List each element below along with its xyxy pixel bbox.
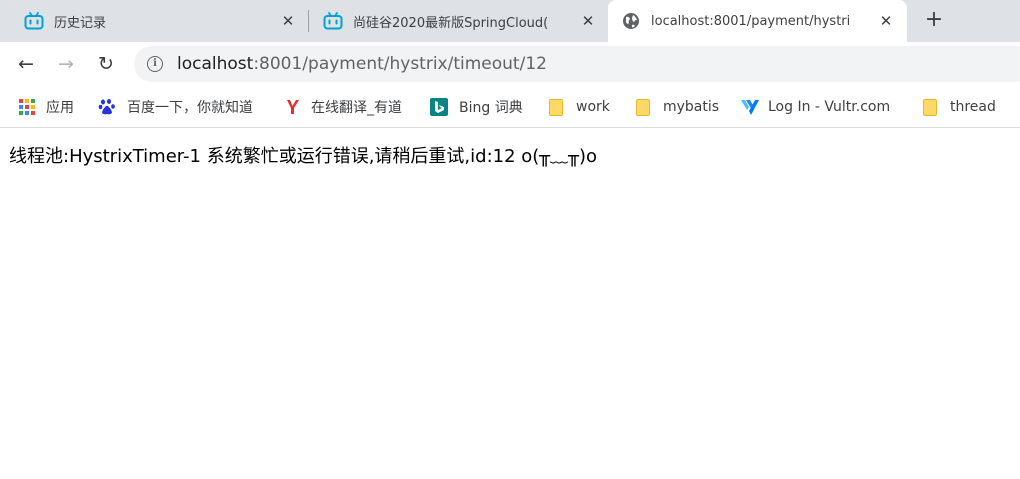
- bookmark-label: Bing 词典: [459, 100, 523, 116]
- tab-title: 尚硅谷2020最新版SpringCloud(: [353, 15, 549, 31]
- bookmark-folder-thread[interactable]: thread: [923, 96, 996, 118]
- address-bar[interactable]: i localhost:8001/payment/hystrix/timeout…: [134, 46, 1020, 82]
- globe-icon: [622, 12, 640, 30]
- bookmark-label: thread: [950, 99, 996, 115]
- reload-button[interactable]: ↻: [94, 52, 118, 76]
- close-icon[interactable]: ✕: [280, 12, 296, 30]
- forward-button[interactable]: →: [54, 52, 78, 76]
- bookmark-label: work: [576, 99, 610, 115]
- apps-grid-icon: [18, 98, 36, 116]
- youdao-icon: [284, 98, 302, 116]
- tab-localhost[interactable]: localhost:8001/payment/hystri ✕: [608, 0, 907, 42]
- url-text[interactable]: localhost:8001/payment/hystrix/timeout/1…: [177, 54, 547, 74]
- url-path: :8001/payment/hystrix/timeout/12: [253, 54, 547, 74]
- vultr-icon: [741, 98, 759, 116]
- folder-icon: [636, 98, 650, 116]
- bookmark-folder-mybatis[interactable]: mybatis: [636, 96, 719, 118]
- bookmark-label: mybatis: [663, 99, 720, 115]
- page-message: 线程池:HystrixTimer-1 系统繁忙或运行错误,请稍后重试,id:12…: [9, 146, 598, 167]
- bilibili-icon: [323, 12, 343, 30]
- url-host: localhost: [177, 54, 254, 74]
- bookmark-youdao[interactable]: 在线翻译_有道: [284, 96, 402, 118]
- tab-strip: 历史记录 ✕ 尚硅谷2020最新版SpringCloud( ✕ localhos: [0, 0, 1020, 42]
- toolbar: ← → ↻ i localhost:8001/payment/hystrix/t…: [0, 42, 1020, 86]
- tab-history[interactable]: 历史记录 ✕: [8, 0, 308, 42]
- bookmark-label: Log In - Vultr.com: [768, 99, 891, 115]
- bookmark-bing[interactable]: Bing 词典: [430, 96, 523, 118]
- bookmark-vultr[interactable]: Log In - Vultr.com: [741, 96, 890, 118]
- close-icon[interactable]: ✕: [580, 12, 596, 30]
- tab-title: localhost:8001/payment/hystri: [651, 13, 851, 29]
- back-button[interactable]: ←: [14, 52, 38, 76]
- folder-icon: [923, 98, 937, 116]
- new-tab-button[interactable]: +: [922, 9, 946, 33]
- tab-springcloud[interactable]: 尚硅谷2020最新版SpringCloud( ✕: [308, 0, 608, 42]
- tab-title: 历史记录: [54, 15, 107, 31]
- bilibili-icon: [24, 12, 44, 30]
- bookmark-apps[interactable]: 应用: [18, 96, 74, 118]
- bookmarks-bar: 应用 百度一下，你就知道 在线翻译_有道 Bing 词典 work mybati…: [0, 86, 1020, 128]
- bing-icon: [430, 98, 448, 116]
- baidu-paw-icon: [98, 98, 116, 116]
- bookmark-folder-work[interactable]: work: [549, 96, 610, 118]
- bookmark-label: 百度一下，你就知道: [127, 100, 253, 116]
- folder-icon: [549, 98, 563, 116]
- bookmark-label: 应用: [46, 100, 74, 116]
- info-icon[interactable]: i: [147, 56, 163, 72]
- close-icon[interactable]: ✕: [878, 12, 894, 30]
- bookmark-baidu[interactable]: 百度一下，你就知道: [98, 96, 253, 118]
- bookmark-label: 在线翻译_有道: [311, 100, 402, 116]
